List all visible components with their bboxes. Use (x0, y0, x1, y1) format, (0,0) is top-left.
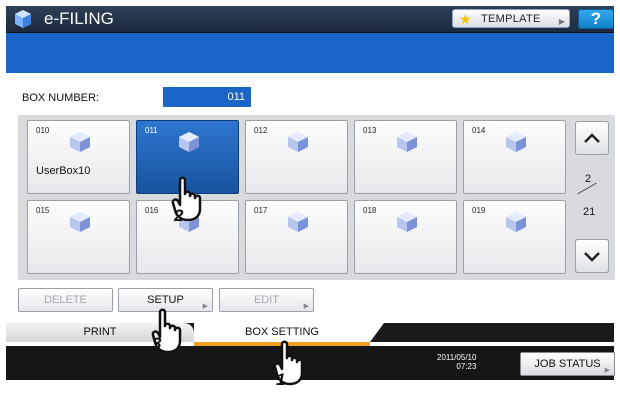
page-total: 21 (583, 206, 596, 218)
box-number: 016 (145, 206, 159, 215)
job-status-button[interactable]: JOB STATUS ▶ (520, 352, 615, 376)
box-icon (506, 132, 526, 152)
app-title: e-FILING (44, 9, 114, 28)
box-number: 015 (36, 206, 50, 215)
date-text: 2011/05/10 (437, 353, 477, 362)
box-number: 018 (363, 206, 377, 215)
box-icon (397, 212, 417, 232)
box-number: 019 (472, 206, 486, 215)
box-icon (397, 132, 417, 152)
box-number: 013 (363, 126, 377, 135)
chevron-down-icon (584, 252, 600, 262)
box-icon (70, 132, 90, 152)
template-button-label: TEMPLATE (481, 13, 541, 25)
step-3-number: 3 (152, 334, 162, 353)
edit-button[interactable]: EDIT ▶ (219, 288, 314, 312)
box-grid-panel: 010 UserBox10 011 012 013 014 015 016 01… (18, 115, 615, 280)
corner-arrow-icon: ▶ (604, 367, 610, 374)
app-header: e-FILING ★ TEMPLATE ▶ ? (6, 6, 614, 33)
box-number: 017 (254, 206, 268, 215)
box-name: UserBox10 (36, 165, 91, 177)
time-text: 07:23 (456, 362, 477, 371)
box-number: 014 (472, 126, 486, 135)
box-number-field[interactable]: 011 (163, 87, 251, 107)
box-tile-013[interactable]: 013 (354, 120, 457, 194)
box-icon (288, 212, 308, 232)
setup-button-label: SETUP (147, 294, 184, 306)
template-button[interactable]: ★ TEMPLATE ▶ (452, 9, 570, 28)
box-tile-014[interactable]: 014 (463, 120, 566, 194)
tab-slant (370, 323, 384, 342)
step-2-number: 2 (174, 206, 184, 225)
box-icon (506, 212, 526, 232)
page-current: 2 (585, 173, 592, 185)
corner-arrow-icon: ▶ (303, 303, 309, 310)
box-number: 010 (36, 126, 50, 135)
box-icon (70, 212, 90, 232)
corner-arrow-icon: ▶ (558, 17, 565, 26)
box-number: 012 (254, 126, 268, 135)
job-status-label: JOB STATUS (534, 358, 601, 370)
box-tile-019[interactable]: 019 (463, 200, 566, 274)
corner-arrow-icon: ▶ (202, 303, 208, 310)
star-icon: ★ (459, 11, 472, 27)
box-tile-015[interactable]: 015 (27, 200, 130, 274)
help-button[interactable]: ? (578, 9, 614, 29)
box-tile-010[interactable]: 010 UserBox10 (27, 120, 130, 194)
box-number: 011 (145, 126, 158, 135)
step-1-number: 1 (276, 370, 286, 389)
box-tile-018[interactable]: 018 (354, 200, 457, 274)
scroll-up-button[interactable] (575, 121, 609, 155)
box-number-label: BOX NUMBER: (22, 92, 100, 104)
delete-button[interactable]: DELETE (18, 288, 113, 312)
delete-button-label: DELETE (44, 294, 87, 306)
e-filing-app-icon (15, 10, 31, 28)
datetime-display: 2011/05/10 07:23 (437, 353, 476, 371)
box-tile-017[interactable]: 017 (245, 200, 348, 274)
scroll-down-button[interactable] (575, 239, 609, 273)
box-icon (288, 132, 308, 152)
chevron-up-icon (584, 133, 600, 143)
box-tile-012[interactable]: 012 (245, 120, 348, 194)
edit-button-label: EDIT (253, 294, 280, 306)
info-banner (6, 33, 614, 73)
box-icon (179, 132, 199, 152)
